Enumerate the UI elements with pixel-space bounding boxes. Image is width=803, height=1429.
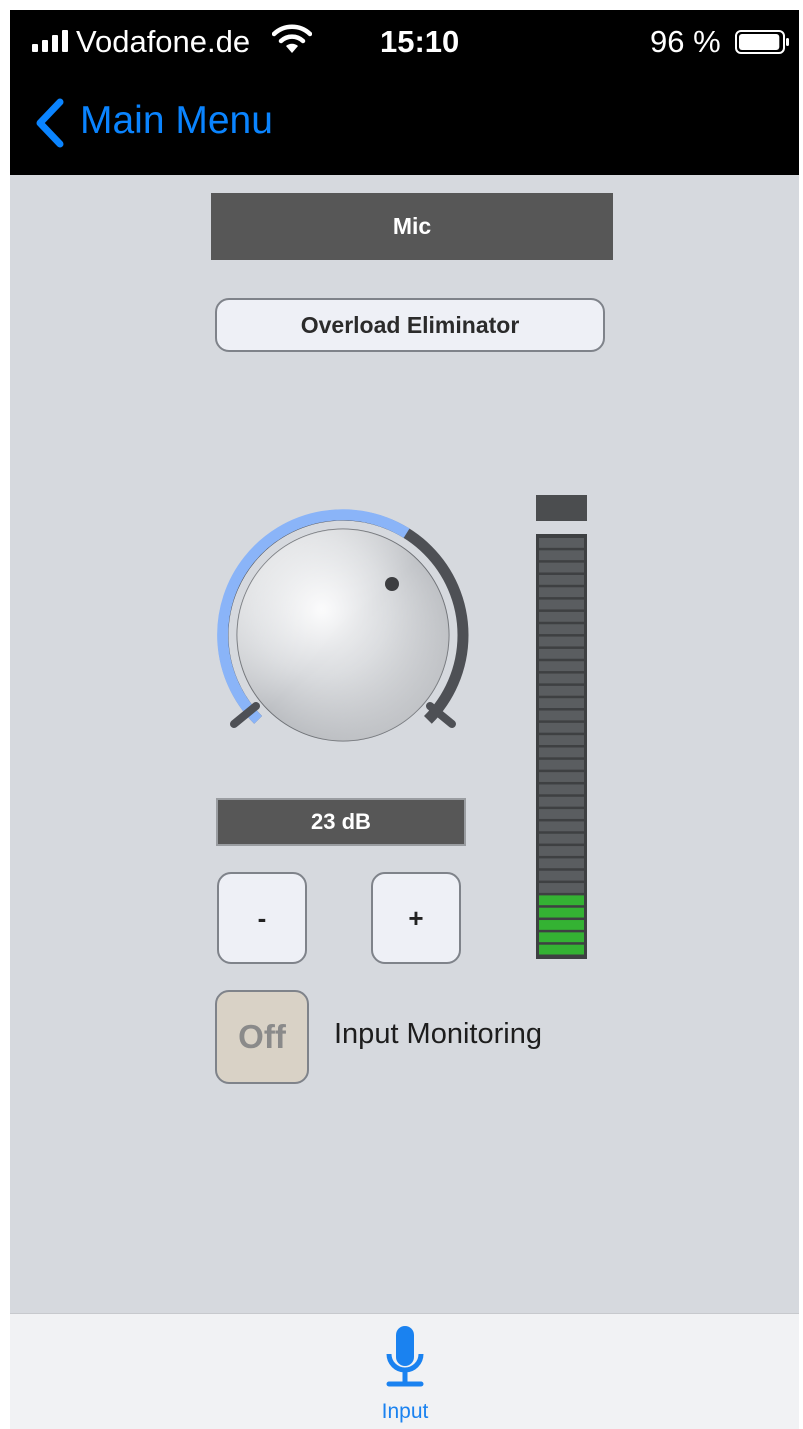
- meter-segment: [539, 550, 584, 561]
- meter-segment: [539, 562, 584, 573]
- meter-segment: [539, 821, 584, 832]
- meter-segment-lit: [539, 907, 584, 918]
- meter-segment: [539, 722, 584, 733]
- microphone-icon: [386, 1326, 424, 1387]
- level-meter: [536, 534, 587, 959]
- gain-knob[interactable]: [206, 498, 480, 772]
- top-bar: Vodafone.de 15:10 96 % Main Menu: [10, 10, 799, 175]
- meter-segment: [539, 735, 584, 745]
- meter-segment: [539, 611, 584, 622]
- gain-decrease-button[interactable]: -: [217, 872, 307, 964]
- meter-segment: [539, 870, 584, 881]
- toggle-label: Off: [238, 1018, 286, 1055]
- channel-name: Mic: [392, 213, 432, 239]
- gain-value-display: 23 dB: [216, 798, 466, 846]
- gain-increase-button[interactable]: +: [371, 872, 461, 964]
- meter-segment: [539, 648, 584, 659]
- meter-segment: [539, 574, 584, 585]
- meter-segment: [539, 784, 584, 795]
- meter-segment: [539, 698, 584, 709]
- knob-indicator: [385, 577, 399, 591]
- meter-segment-lit: [539, 944, 584, 955]
- meter-segment: [539, 846, 584, 856]
- meter-segment: [539, 809, 584, 819]
- status-bar: Vodafone.de 15:10 96 %: [10, 10, 799, 80]
- signal-bars-icon: [32, 30, 68, 52]
- wifi-icon: [272, 24, 312, 53]
- meter-segment-lit: [539, 895, 584, 906]
- meter-segment: [539, 747, 584, 758]
- back-button[interactable]: Main Menu: [10, 92, 610, 152]
- battery-icon: [735, 30, 789, 54]
- overload-eliminator-label: Overload Eliminator: [300, 311, 520, 338]
- status-time: 15:10: [380, 24, 460, 59]
- meter-segment: [539, 538, 584, 548]
- tab-input[interactable]: Input: [365, 1324, 445, 1429]
- input-monitoring-label: Input Monitoring: [334, 1018, 542, 1050]
- meter-segment: [539, 772, 584, 782]
- meter-segment: [539, 796, 584, 807]
- meter-segment: [539, 661, 584, 672]
- meter-segment: [539, 883, 584, 893]
- decrease-label: -: [257, 902, 267, 933]
- meter-segment: [539, 599, 584, 610]
- overload-eliminator-button[interactable]: Overload Eliminator: [215, 298, 605, 352]
- app-screen: Vodafone.de 15:10 96 % Main Menu Mic Ove: [10, 10, 799, 1429]
- chevron-left-icon: [36, 98, 64, 148]
- gain-value: 23 dB: [311, 809, 371, 834]
- meter-segment: [539, 587, 584, 598]
- meter-segment: [539, 673, 584, 684]
- meter-segment: [539, 624, 584, 635]
- meter-segment: [539, 636, 584, 647]
- meter-segment: [539, 833, 584, 844]
- meter-segment: [539, 858, 584, 869]
- meter-segment: [539, 759, 584, 770]
- back-label: Main Menu: [80, 99, 273, 142]
- meter-segment-lit: [539, 920, 584, 930]
- channel-name-bar: Mic: [211, 193, 613, 260]
- carrier-name: Vodafone.de: [76, 24, 251, 59]
- battery-percent: 96 %: [650, 24, 721, 59]
- meter-segment-lit: [539, 932, 584, 943]
- meter-segment: [539, 710, 584, 721]
- meter-peak-indicator: [536, 495, 587, 521]
- increase-label: +: [408, 902, 424, 933]
- input-monitoring-toggle[interactable]: Off: [215, 990, 309, 1084]
- tab-bar: Input: [10, 1313, 799, 1429]
- meter-segment: [539, 685, 584, 696]
- tab-input-label: Input: [381, 1400, 429, 1423]
